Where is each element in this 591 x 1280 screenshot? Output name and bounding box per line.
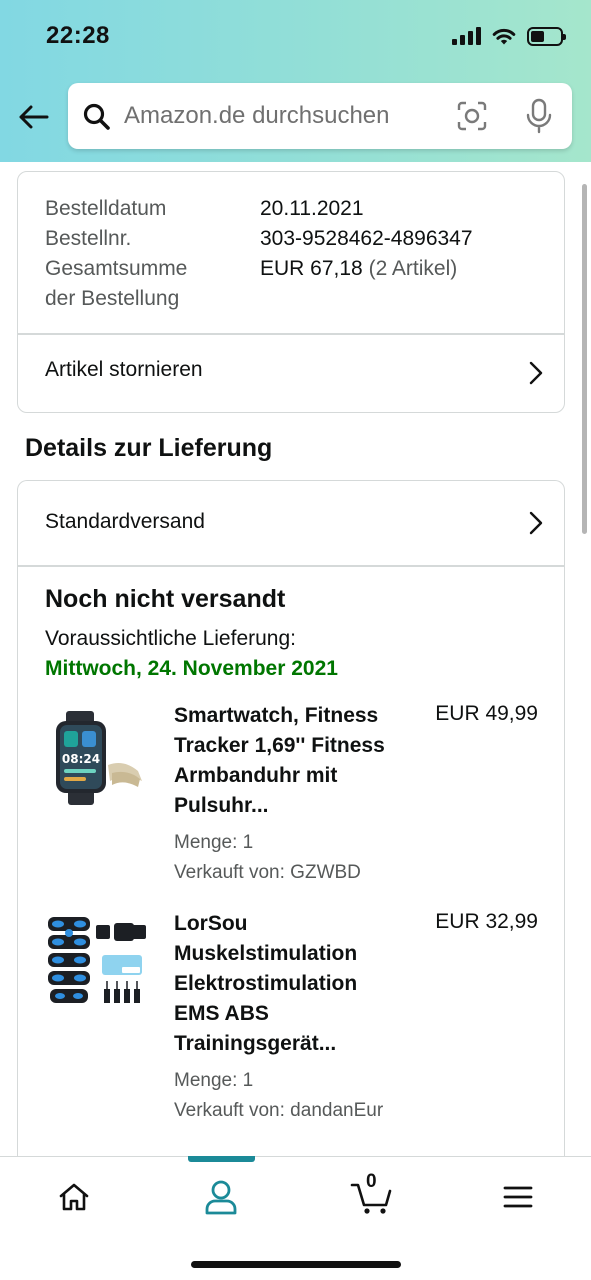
status-icons: [452, 26, 566, 46]
order-total-amount: EUR 67,18: [260, 257, 363, 280]
bottom-navigation: 0: [0, 1156, 591, 1280]
scrollbar[interactable]: [582, 184, 587, 534]
nav-home[interactable]: [52, 1175, 96, 1219]
search-icon: [83, 103, 110, 130]
wifi-icon: [492, 28, 516, 45]
ems-trainer-image: [48, 917, 146, 1003]
status-time: 22:28: [46, 22, 110, 49]
watch-time-text: 08:24: [62, 752, 100, 766]
order-total-value: EUR 67,18 (2 Artikel): [260, 254, 457, 284]
order-item[interactable]: 08:24 Smartwatch, Fitness Tracker 1,69''…: [18, 702, 564, 887]
item-quantity: Menge: 1: [174, 1070, 254, 1091]
menu-icon: [503, 1186, 533, 1208]
home-icon: [59, 1183, 89, 1211]
delivery-estimate-label: Voraussichtliche Lieferung:: [45, 627, 296, 650]
item-title[interactable]: Smartwatch, Fitness Tracker 1,69'' Fitne…: [174, 701, 414, 821]
order-item-count: (2 Artikel): [368, 257, 458, 280]
shipping-method-row[interactable]: Standardversand: [18, 481, 564, 565]
item-price: EUR 32,99: [435, 910, 538, 933]
camera-scan-icon[interactable]: [456, 100, 488, 132]
nav-account[interactable]: [199, 1175, 243, 1219]
cancel-items-row[interactable]: Artikel stornieren: [18, 334, 564, 412]
cart-count: 0: [366, 1171, 377, 1192]
order-date-label: Bestelldatum: [45, 197, 167, 220]
order-summary-card: Bestelldatum 20.11.2021 Bestellnr. 303-9…: [17, 171, 565, 413]
smartwatch-image: 08:24: [56, 711, 142, 805]
order-details-content: Bestelldatum 20.11.2021 Bestellnr. 303-9…: [0, 162, 591, 1156]
item-quantity: Menge: 1: [174, 832, 254, 853]
battery-icon: [527, 26, 566, 46]
order-total-label: Gesamtsumme: [45, 257, 188, 280]
arrow-left-icon: [19, 105, 49, 129]
item-seller: Verkauft von: dandanEur: [174, 1100, 384, 1121]
microphone-icon[interactable]: [524, 98, 554, 134]
cancel-items-label: Artikel stornieren: [45, 358, 203, 381]
shipping-method-label: Standardversand: [45, 510, 205, 533]
divider: [18, 565, 564, 567]
home-indicator: [191, 1261, 401, 1268]
delivery-card: Standardversand Noch nicht versandt Vora…: [17, 480, 565, 1156]
order-item[interactable]: LorSou Muskelstimulation Elektrostimulat…: [18, 910, 564, 1125]
item-seller: Verkauft von: GZWBD: [174, 862, 361, 883]
item-title[interactable]: LorSou Muskelstimulation Elektrostimulat…: [174, 909, 414, 1059]
nav-menu[interactable]: [496, 1175, 540, 1219]
cellular-signal-icon: [452, 27, 481, 45]
order-date-value: 20.11.2021: [260, 197, 364, 220]
account-icon: [205, 1180, 237, 1215]
order-total-label-continued: der Bestellung: [45, 287, 180, 310]
search-input[interactable]: [124, 83, 444, 149]
active-tab-indicator: [188, 1156, 255, 1162]
back-button[interactable]: [14, 98, 52, 136]
chevron-right-icon: [529, 511, 543, 535]
chevron-right-icon: [529, 361, 543, 385]
order-number-value: 303-9528462-4896347: [260, 227, 473, 250]
item-price: EUR 49,99: [435, 702, 538, 725]
nav-cart[interactable]: 0: [348, 1171, 396, 1219]
shipment-status: Noch nicht versandt: [45, 585, 286, 613]
search-bar[interactable]: [68, 83, 572, 149]
app-header: 22:28: [0, 0, 591, 162]
delivery-section-title: Details zur Lieferung: [25, 434, 273, 462]
delivery-estimate-date: Mittwoch, 24. November 2021: [45, 657, 338, 680]
order-number-label: Bestellnr.: [45, 227, 132, 250]
